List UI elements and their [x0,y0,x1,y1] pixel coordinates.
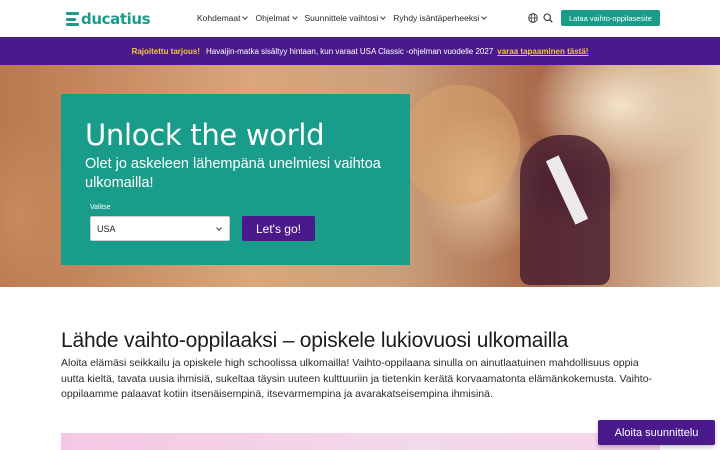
nav-item-label: Ohjelmat [255,13,290,23]
promo-banner: Rajoitettu tarjous! Havaijin-matka sisäl… [0,37,720,65]
destination-select-label: Valitse [90,204,111,211]
nav-item-ohjelmat[interactable]: Ohjelmat [255,13,298,23]
promo-link[interactable]: varaa tapaaminen tästä! [497,47,588,56]
search-icon[interactable] [543,13,553,23]
pink-section-band [61,433,660,450]
chevron-down-icon [216,225,222,231]
start-planning-button[interactable]: Aloita suunnittelu [598,420,715,445]
globe-icon[interactable] [528,13,538,23]
promo-text: Havaijin-matka sisältyy hintaan, kun var… [206,46,494,56]
intro-paragraph: Aloita elämäsi seikkailu ja opiskele hig… [61,357,653,400]
main-nav: Kohdemaat Ohjelmat Suunnittele vaihtosi … [197,13,494,23]
destination-select[interactable]: USA [90,216,230,241]
nav-item-label: Kohdemaat [197,13,241,23]
nav-item-kohdemaat[interactable]: Kohdemaat [197,13,249,23]
chevron-down-icon [380,13,387,20]
page-title: Lähde vaihto-oppilaaksi – opiskele lukio… [61,329,569,352]
nav-item-label: Suunnittele vaihtosi [304,13,379,23]
logo-e-icon [66,11,80,27]
nav-item-suunnittele[interactable]: Suunnittele vaihtosi [304,13,387,23]
hero-card: Unlock the world Olet jo askeleen lähemp… [61,94,410,265]
nav-item-label: Ryhdy isäntäperheeksi [393,13,480,23]
logo-text: ducatius [81,10,151,28]
hero-subtitle: Olet jo askeleen lähempänä unelmiesi vai… [85,156,381,191]
download-brochure-button[interactable]: Lataa vaihto-oppilasesite [561,10,660,26]
chevron-down-icon [242,13,249,20]
chevron-down-icon [291,13,298,20]
nav-item-isantaperhe[interactable]: Ryhdy isäntäperheeksi [393,13,488,23]
lets-go-button[interactable]: Let's go! [242,216,315,241]
chevron-down-icon [481,13,488,20]
site-header: ducatius Kohdemaat Ohjelmat Suunnittele … [0,0,720,37]
logo[interactable]: ducatius [66,9,151,29]
promo-highlight: Rajoitettu tarjous! [131,46,201,56]
hero-title: Unlock the world [85,118,325,152]
destination-select-value: USA [97,223,116,234]
